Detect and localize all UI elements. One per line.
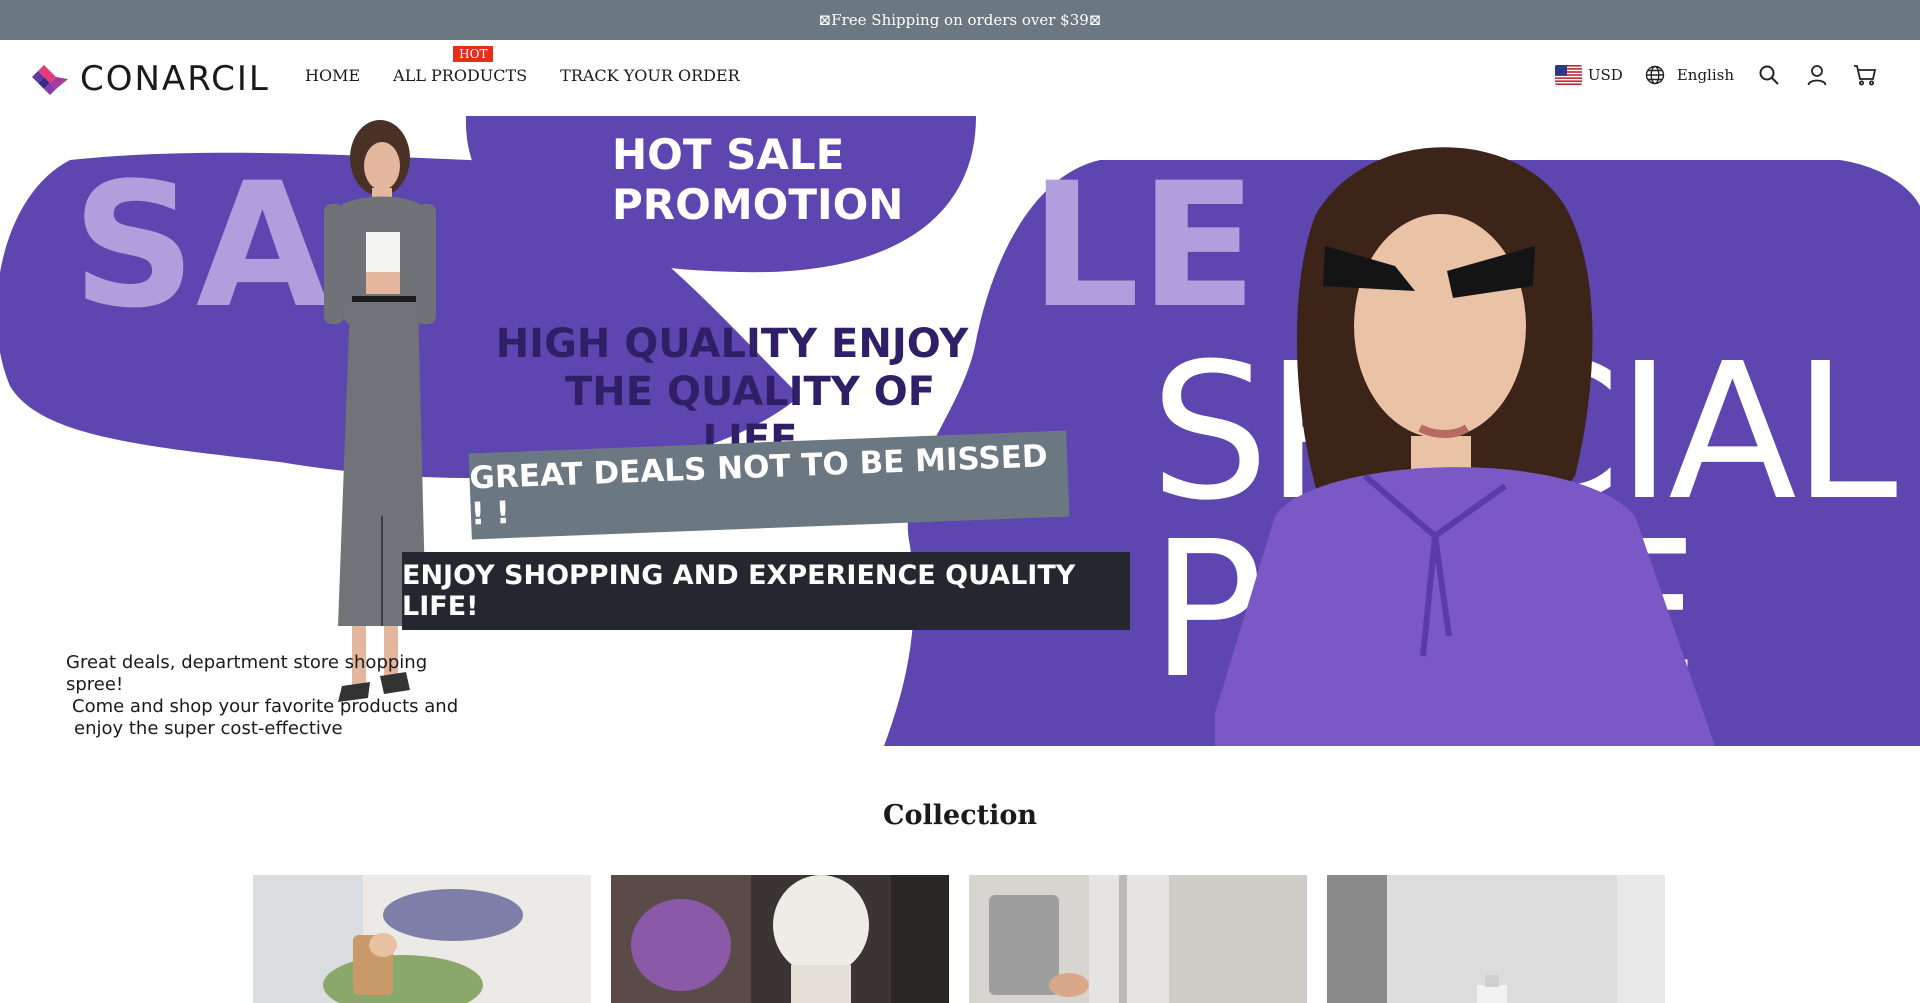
logo-text: CONARCIL — [80, 59, 270, 99]
model-right-image — [1215, 147, 1715, 746]
paragraph-line-2: Come and shop your favorite products and — [72, 696, 459, 717]
household-image — [969, 875, 1307, 1003]
account-icon[interactable] — [1804, 62, 1830, 88]
enjoy-text: ENJOY SHOPPING AND EXPERIENCE QUALITY LI… — [402, 560, 1076, 622]
announcement-text: ⊠Free Shipping on orders over $39⊠ — [818, 11, 1102, 29]
collection-card-household[interactable] — [969, 875, 1307, 1003]
quality-line1: HIGH QUALITY ENJOY — [495, 321, 969, 367]
hot-sale-line2: PROMOTION — [612, 180, 904, 229]
header-actions: USD English — [1554, 62, 1878, 88]
us-flag-icon — [1554, 65, 1582, 85]
logo[interactable]: CONARCIL — [30, 59, 270, 99]
banner-paragraph: Great deals, department store shopping s… — [66, 652, 466, 740]
decor-image — [611, 875, 949, 1003]
nav-home[interactable]: HOME — [305, 66, 360, 85]
collection-grid — [253, 875, 1665, 1003]
collection-card-decor[interactable] — [611, 875, 949, 1003]
hot-sale-line1: HOT SALE — [612, 130, 845, 179]
announcement-bar: ⊠Free Shipping on orders over $39⊠ — [0, 0, 1920, 40]
nav-all-products-label: ALL PRODUCTS — [393, 66, 528, 85]
enjoy-banner: ENJOY SHOPPING AND EXPERIENCE QUALITY LI… — [402, 552, 1130, 630]
hero-banner[interactable]: SA LE SPECIAL PRICE HOT SALE PROMOTION — [0, 116, 1920, 746]
toys-image — [253, 875, 591, 1003]
cart-icon[interactable] — [1852, 62, 1878, 88]
deal-text: GREAT DEALS NOT TO BE MISSED ! ! — [468, 438, 1049, 533]
currency-label: USD — [1587, 66, 1623, 84]
language-label: English — [1676, 66, 1734, 84]
main-nav: HOME ALL PRODUCTS HOT TRACK YOUR ORDER — [305, 46, 740, 85]
logo-mark-icon — [30, 59, 70, 99]
currency-selector[interactable]: USD — [1554, 65, 1623, 85]
collection-card-beauty[interactable] — [1327, 875, 1665, 1003]
paragraph-line-1: Great deals, department store shopping s… — [66, 652, 428, 695]
search-icon[interactable] — [1756, 62, 1782, 88]
collection-card-toys[interactable] — [253, 875, 591, 1003]
beauty-image — [1327, 875, 1665, 1003]
site-header: CONARCIL HOME ALL PRODUCTS HOT TRACK YOU… — [0, 40, 1920, 116]
collection-title: Collection — [883, 800, 1037, 831]
hot-sale-heading: HOT SALE PROMOTION — [612, 130, 903, 230]
nav-track-order[interactable]: TRACK YOUR ORDER — [560, 66, 740, 85]
globe-icon — [1645, 65, 1665, 85]
paragraph-line-3: enjoy the super cost-effective — [74, 718, 343, 739]
nav-all-products[interactable]: ALL PRODUCTS HOT — [393, 46, 528, 85]
hot-badge: HOT — [453, 46, 494, 62]
language-selector[interactable]: English — [1645, 65, 1734, 85]
